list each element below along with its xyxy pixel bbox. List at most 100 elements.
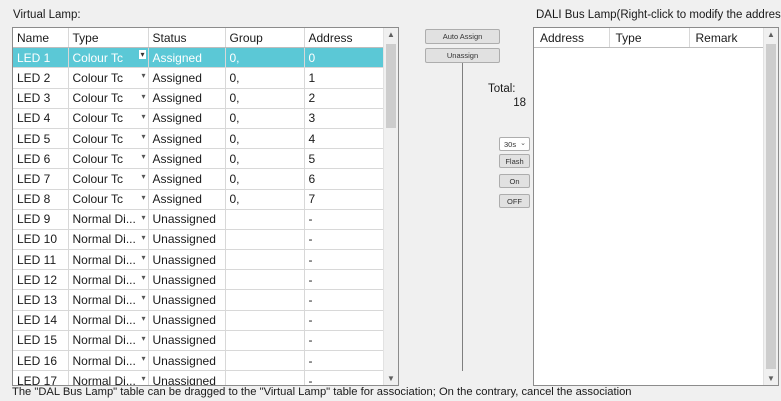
scrollbar-thumb[interactable] bbox=[766, 44, 776, 369]
table-row[interactable]: LED 5 Colour Tc ▾ Assigned 0, 4 bbox=[13, 128, 384, 150]
cell-address-text: - bbox=[308, 353, 313, 368]
cell-status: Unassigned bbox=[148, 229, 226, 251]
cell-status: Unassigned bbox=[148, 350, 226, 372]
cell-type[interactable]: Colour Tc ▾ bbox=[68, 88, 149, 109]
chevron-down-icon[interactable]: ▾ bbox=[139, 50, 146, 60]
chevron-down-icon[interactable]: ▾ bbox=[141, 293, 145, 302]
cell-type[interactable]: Normal Di... ▾ bbox=[68, 310, 149, 331]
off-button[interactable]: OFF bbox=[499, 194, 530, 208]
cell-name-text: LED 7 bbox=[17, 171, 51, 186]
table-row[interactable]: LED 13 Normal Di... ▾ Unassigned - bbox=[13, 289, 384, 311]
scroll-down-icon[interactable]: ▼ bbox=[384, 374, 398, 383]
on-button[interactable]: On bbox=[499, 174, 530, 188]
column-header-group[interactable]: Group bbox=[225, 28, 305, 49]
cell-type[interactable]: Normal Di... ▾ bbox=[68, 249, 149, 271]
cell-type[interactable]: Colour Tc ▾ bbox=[68, 128, 149, 150]
dali-column-header-type[interactable]: Type bbox=[609, 28, 690, 48]
chevron-down-icon[interactable]: ▾ bbox=[141, 354, 145, 363]
table-row[interactable]: LED 6 Colour Tc ▾ Assigned 0, 5 bbox=[13, 148, 384, 170]
cell-name-text: LED 5 bbox=[17, 131, 51, 146]
table-row[interactable]: LED 9 Normal Di... ▾ Unassigned - bbox=[13, 209, 384, 230]
chevron-down-icon[interactable]: ▾ bbox=[141, 193, 145, 202]
auto-assign-button[interactable]: Auto Assign bbox=[425, 29, 500, 44]
chevron-down-icon[interactable]: ▾ bbox=[141, 152, 145, 161]
dali-scrollbar[interactable]: ▲ ▼ bbox=[763, 28, 778, 385]
chevron-down-icon[interactable]: ▾ bbox=[141, 334, 145, 343]
table-row[interactable]: LED 14 Normal Di... ▾ Unassigned - bbox=[13, 310, 384, 331]
cell-status: Unassigned bbox=[148, 370, 226, 385]
table-row[interactable]: LED 16 Normal Di... ▾ Unassigned - bbox=[13, 350, 384, 372]
cell-type[interactable]: Normal Di... ▾ bbox=[68, 289, 149, 311]
cell-name: LED 6 bbox=[13, 148, 69, 170]
table-row[interactable]: LED 17 Normal Di... ▾ Unassigned - bbox=[13, 370, 384, 385]
cell-name-text: LED 15 bbox=[17, 333, 58, 348]
duration-select[interactable]: 30s ⌄ bbox=[499, 137, 530, 151]
cell-name-text: LED 12 bbox=[17, 272, 58, 287]
unassign-button[interactable]: Unassign bbox=[425, 48, 500, 63]
chevron-down-icon[interactable]: ▾ bbox=[141, 172, 145, 181]
chevron-down-icon[interactable]: ▾ bbox=[141, 112, 145, 121]
cell-name: LED 14 bbox=[13, 310, 69, 331]
scroll-up-icon[interactable]: ▲ bbox=[384, 30, 398, 39]
chevron-down-icon[interactable]: ⌄ bbox=[520, 139, 526, 147]
column-header-status[interactable]: Status bbox=[148, 28, 226, 49]
cell-type[interactable]: Normal Di... ▾ bbox=[68, 370, 149, 385]
chevron-down-icon[interactable]: ▾ bbox=[141, 273, 145, 282]
cell-type[interactable]: Colour Tc ▾ bbox=[68, 47, 149, 69]
scroll-down-icon[interactable]: ▼ bbox=[764, 374, 778, 383]
cell-type[interactable]: Colour Tc ▾ bbox=[68, 168, 149, 190]
cell-address-text: 7 bbox=[308, 192, 316, 207]
table-row[interactable]: LED 10 Normal Di... ▾ Unassigned - bbox=[13, 229, 384, 251]
chevron-down-icon[interactable]: ▾ bbox=[141, 314, 145, 323]
table-row[interactable]: LED 11 Normal Di... ▾ Unassigned - bbox=[13, 249, 384, 271]
table-row[interactable]: LED 2 Colour Tc ▾ Assigned 0, 1 bbox=[13, 67, 384, 89]
cell-type-text: Normal Di... bbox=[72, 353, 136, 368]
table-row[interactable]: LED 4 Colour Tc ▾ Assigned 0, 3 bbox=[13, 108, 384, 129]
dali-column-header-address[interactable]: Address bbox=[534, 28, 610, 48]
cell-type[interactable]: Colour Tc ▾ bbox=[68, 189, 149, 210]
cell-type[interactable]: Colour Tc ▾ bbox=[68, 108, 149, 129]
chevron-down-icon[interactable]: ▾ bbox=[141, 71, 145, 80]
cell-type[interactable]: Normal Di... ▾ bbox=[68, 209, 149, 230]
chevron-down-icon[interactable]: ▾ bbox=[141, 374, 145, 383]
table-row[interactable]: LED 3 Colour Tc ▾ Assigned 0, 2 bbox=[13, 88, 384, 109]
column-header-address[interactable]: Address bbox=[304, 28, 384, 49]
cell-type[interactable]: Normal Di... ▾ bbox=[68, 269, 149, 291]
scroll-up-icon[interactable]: ▲ bbox=[764, 30, 778, 39]
chevron-down-icon[interactable]: ▾ bbox=[141, 213, 145, 222]
column-header-type[interactable]: Type bbox=[68, 28, 149, 49]
virtual-lamp-table[interactable]: Name Type Status Group Address LED 1 Colo… bbox=[12, 27, 399, 386]
column-header-name[interactable]: Name bbox=[13, 28, 69, 49]
cell-address-text: 0 bbox=[308, 50, 316, 65]
flash-button[interactable]: Flash bbox=[499, 154, 530, 168]
cell-status-text: Assigned bbox=[152, 70, 202, 85]
dali-bus-lamp-table[interactable]: Address Type Remark ▲ ▼ bbox=[533, 27, 779, 386]
total-label: Total: bbox=[488, 83, 516, 95]
table-row[interactable]: LED 15 Normal Di... ▾ Unassigned - bbox=[13, 330, 384, 352]
table-row[interactable]: LED 7 Colour Tc ▾ Assigned 0, 6 bbox=[13, 168, 384, 190]
chevron-down-icon[interactable]: ▾ bbox=[141, 92, 145, 101]
cell-type-text: Colour Tc bbox=[72, 131, 123, 146]
table-row[interactable]: LED 8 Colour Tc ▾ Assigned 0, 7 bbox=[13, 189, 384, 210]
cell-address: - bbox=[304, 209, 384, 230]
virtual-lamp-scrollbar[interactable]: ▲ ▼ bbox=[383, 28, 398, 385]
cell-type[interactable]: Colour Tc ▾ bbox=[68, 67, 149, 89]
cell-type-text: Normal Di... bbox=[72, 212, 136, 227]
cell-address: 2 bbox=[304, 88, 384, 109]
dali-column-header-remark[interactable]: Remark bbox=[689, 28, 765, 48]
cell-group bbox=[225, 350, 305, 372]
chevron-down-icon[interactable]: ▾ bbox=[141, 253, 145, 262]
chevron-down-icon[interactable]: ▾ bbox=[141, 233, 145, 242]
cell-type[interactable]: Normal Di... ▾ bbox=[68, 229, 149, 251]
cell-group-text: 0, bbox=[229, 192, 240, 207]
table-row[interactable]: LED 12 Normal Di... ▾ Unassigned - bbox=[13, 269, 384, 291]
chevron-down-icon[interactable]: ▾ bbox=[141, 132, 145, 141]
scrollbar-thumb[interactable] bbox=[386, 44, 396, 128]
cell-type[interactable]: Colour Tc ▾ bbox=[68, 148, 149, 170]
cell-status-text: Unassigned bbox=[152, 232, 216, 247]
cell-name-text: LED 4 bbox=[17, 111, 51, 126]
table-row[interactable]: LED 1 Colour Tc ▾ Assigned 0, 0 bbox=[13, 47, 384, 69]
cell-address-text: 1 bbox=[308, 70, 316, 85]
cell-type[interactable]: Normal Di... ▾ bbox=[68, 350, 149, 372]
cell-type[interactable]: Normal Di... ▾ bbox=[68, 330, 149, 352]
